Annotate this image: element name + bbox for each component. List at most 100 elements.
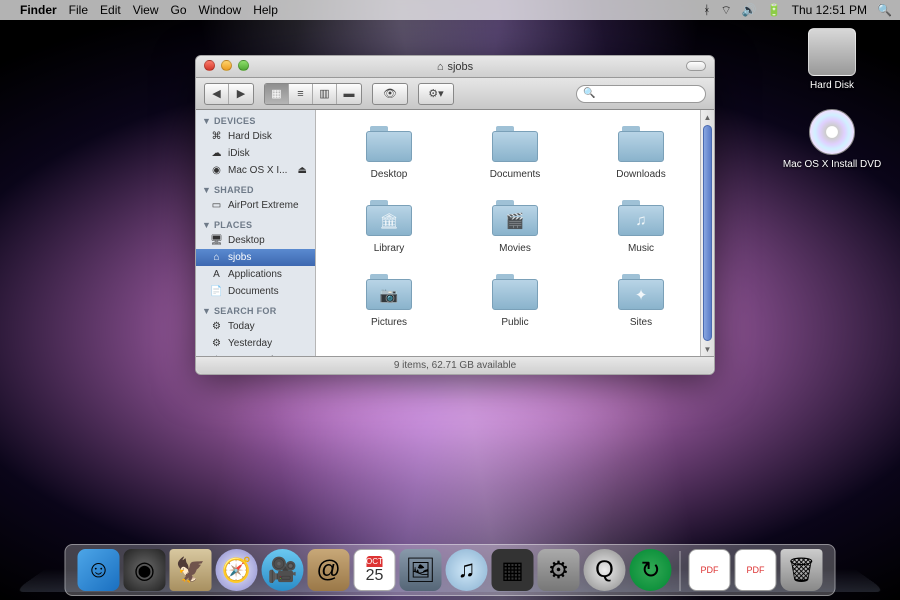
dock-sysprefs[interactable]: ⚙ xyxy=(538,549,580,591)
folder-icon: 📷 xyxy=(364,272,414,312)
sidebar-item-applications[interactable]: A Applications xyxy=(196,266,315,283)
back-button[interactable]: ◀ xyxy=(205,84,229,104)
desk-icon: 🖥 xyxy=(210,235,223,247)
dock-trash[interactable]: 🗑 xyxy=(781,549,823,591)
dock-quicktime[interactable]: Q xyxy=(584,549,626,591)
bluetooth-icon[interactable]: ᚼ xyxy=(703,3,710,17)
sidebar-item-sjobs[interactable]: ⌂sjobs xyxy=(196,249,315,266)
folder-icon: ♫ xyxy=(616,198,666,238)
toolbar-toggle-button[interactable] xyxy=(686,61,706,71)
folder-label: Sites xyxy=(630,317,652,328)
sidebar-header[interactable]: ▼ DEVICES xyxy=(196,114,315,128)
search-icon: 🔍 xyxy=(583,88,595,99)
dock-finder[interactable]: ☺ xyxy=(78,549,120,591)
folder-documents[interactable]: Documents xyxy=(452,124,578,180)
main-content[interactable]: Desktop Documents Downloads 🏛Library🎬Movies… xyxy=(316,110,714,356)
dock-doc1[interactable]: PDF xyxy=(689,549,731,591)
eject-icon[interactable]: ⏏ xyxy=(298,165,307,176)
sidebar-item-label: Today xyxy=(228,321,255,332)
sidebar-item-desktop[interactable]: 🖥Desktop xyxy=(196,232,315,249)
folder-label: Pictures xyxy=(371,317,407,328)
view-coverflow-button[interactable]: ▬ xyxy=(337,84,361,104)
folder-icon xyxy=(616,124,666,164)
apps-icon: A xyxy=(210,269,223,281)
sidebar-item-yesterday[interactable]: ⚙Yesterday xyxy=(196,335,315,352)
sidebar-item-label: Applications xyxy=(228,269,282,280)
dock-ical[interactable]: OCT25 xyxy=(354,549,396,591)
sidebar-item-today[interactable]: ⚙ Today xyxy=(196,318,315,335)
sidebar-header[interactable]: ▼ SEARCH FOR xyxy=(196,304,315,318)
desktop-icon-label: Hard Disk xyxy=(810,80,854,91)
battery-icon[interactable]: 🔋 xyxy=(767,3,782,17)
folder-public[interactable]: Public xyxy=(452,272,578,328)
dock-itunes[interactable]: ♫ xyxy=(446,549,488,591)
menu-view[interactable]: View xyxy=(133,3,159,17)
view-buttons: ▦ ≡ ▥ ▬ xyxy=(264,83,362,105)
view-icon-button[interactable]: ▦ xyxy=(265,84,289,104)
sidebar-item-hard-disk[interactable]: ⌘Hard Disk xyxy=(196,128,315,145)
status-text: 9 items, 62.71 GB available xyxy=(394,360,516,371)
window-title: sjobs xyxy=(447,61,473,73)
app-menu[interactable]: Finder xyxy=(20,3,57,17)
dock-doc2[interactable]: PDF xyxy=(735,549,777,591)
menu-file[interactable]: File xyxy=(69,3,88,17)
scroll-down-button[interactable]: ▼ xyxy=(701,342,714,356)
scrollbar[interactable]: ▲ ▼ xyxy=(700,110,714,356)
airport-icon[interactable]: ⌔ xyxy=(720,3,731,18)
hard-disk-icon xyxy=(808,28,856,76)
smart-icon: ⚙ xyxy=(210,321,223,333)
folder-desktop[interactable]: Desktop xyxy=(326,124,452,180)
desktop-icon-install-dvd[interactable]: Mac OS X Install DVD xyxy=(783,109,881,170)
menubar: Finder File Edit View Go Window Help ᚼ ⌔… xyxy=(0,0,900,20)
dock-preview[interactable]: 🖼 xyxy=(400,549,442,591)
sidebar-header[interactable]: ▼ PLACES xyxy=(196,218,315,232)
clock[interactable]: Thu 12:51 PM xyxy=(792,3,867,17)
dock-ichat[interactable]: 🎥 xyxy=(262,549,304,591)
folder-downloads[interactable]: Downloads xyxy=(578,124,704,180)
folder-glyph-icon: 🎬 xyxy=(490,212,540,230)
desktop: Finder File Edit View Go Window Help ᚼ ⌔… xyxy=(0,0,900,600)
search-input[interactable]: 🔍 xyxy=(576,85,706,103)
action-group: ⚙▾ xyxy=(418,83,454,105)
scroll-up-button[interactable]: ▲ xyxy=(701,110,714,124)
folder-icon: 🏛 xyxy=(364,198,414,238)
menu-edit[interactable]: Edit xyxy=(100,3,121,17)
quicklook-button[interactable]: 👁 xyxy=(373,84,407,104)
sidebar-item-idisk[interactable]: ☁iDisk xyxy=(196,145,315,162)
dock-mail[interactable]: 🦅 xyxy=(170,549,212,591)
dock-dashboard[interactable]: ◉ xyxy=(124,549,166,591)
folder-library[interactable]: 🏛Library xyxy=(326,198,452,254)
view-list-button[interactable]: ≡ xyxy=(289,84,313,104)
folder-sites[interactable]: ✦ Sites xyxy=(578,272,704,328)
dock-safari[interactable]: 🧭 xyxy=(216,549,258,591)
sidebar-header[interactable]: ▼ SHARED xyxy=(196,183,315,197)
menu-window[interactable]: Window xyxy=(199,3,242,17)
folder-label: Documents xyxy=(490,169,541,180)
folder-music[interactable]: ♫Music xyxy=(578,198,704,254)
dock-timemachine[interactable]: ↻ xyxy=(630,549,672,591)
titlebar[interactable]: ⌂ sjobs xyxy=(196,56,714,78)
desktop-icon-hard-disk[interactable]: Hard Disk xyxy=(808,28,856,91)
sidebar-item-label: AirPort Extreme xyxy=(228,200,299,211)
sidebar-item-documents[interactable]: 📄Documents xyxy=(196,283,315,300)
dock-spaces[interactable]: ▦ xyxy=(492,549,534,591)
action-button[interactable]: ⚙▾ xyxy=(419,84,453,104)
sidebar-item-airport-extreme[interactable]: ▭AirPort Extreme xyxy=(196,197,315,214)
volume-icon[interactable]: 🔊 xyxy=(742,3,757,17)
spotlight-icon[interactable]: 🔍 xyxy=(877,3,892,17)
scroll-thumb[interactable] xyxy=(703,125,712,341)
forward-button[interactable]: ▶ xyxy=(229,84,253,104)
folder-icon: ✦ xyxy=(616,272,666,312)
folder-pictures[interactable]: 📷 Pictures xyxy=(326,272,452,328)
quicklook-group: 👁 xyxy=(372,83,408,105)
menu-help[interactable]: Help xyxy=(253,3,278,17)
minimize-button[interactable] xyxy=(221,60,232,71)
close-button[interactable] xyxy=(204,60,215,71)
finder-window[interactable]: ⌂ sjobs ◀ ▶ ▦ ≡ ▥ ▬ 👁 ⚙▾ xyxy=(195,55,715,375)
sidebar-item-mac-os-x-i-[interactable]: ◉Mac OS X I...⏏ xyxy=(196,162,315,179)
dock-addressbook[interactable]: @ xyxy=(308,549,350,591)
folder-movies[interactable]: 🎬Movies xyxy=(452,198,578,254)
menu-go[interactable]: Go xyxy=(171,3,187,17)
view-column-button[interactable]: ▥ xyxy=(313,84,337,104)
zoom-button[interactable] xyxy=(238,60,249,71)
